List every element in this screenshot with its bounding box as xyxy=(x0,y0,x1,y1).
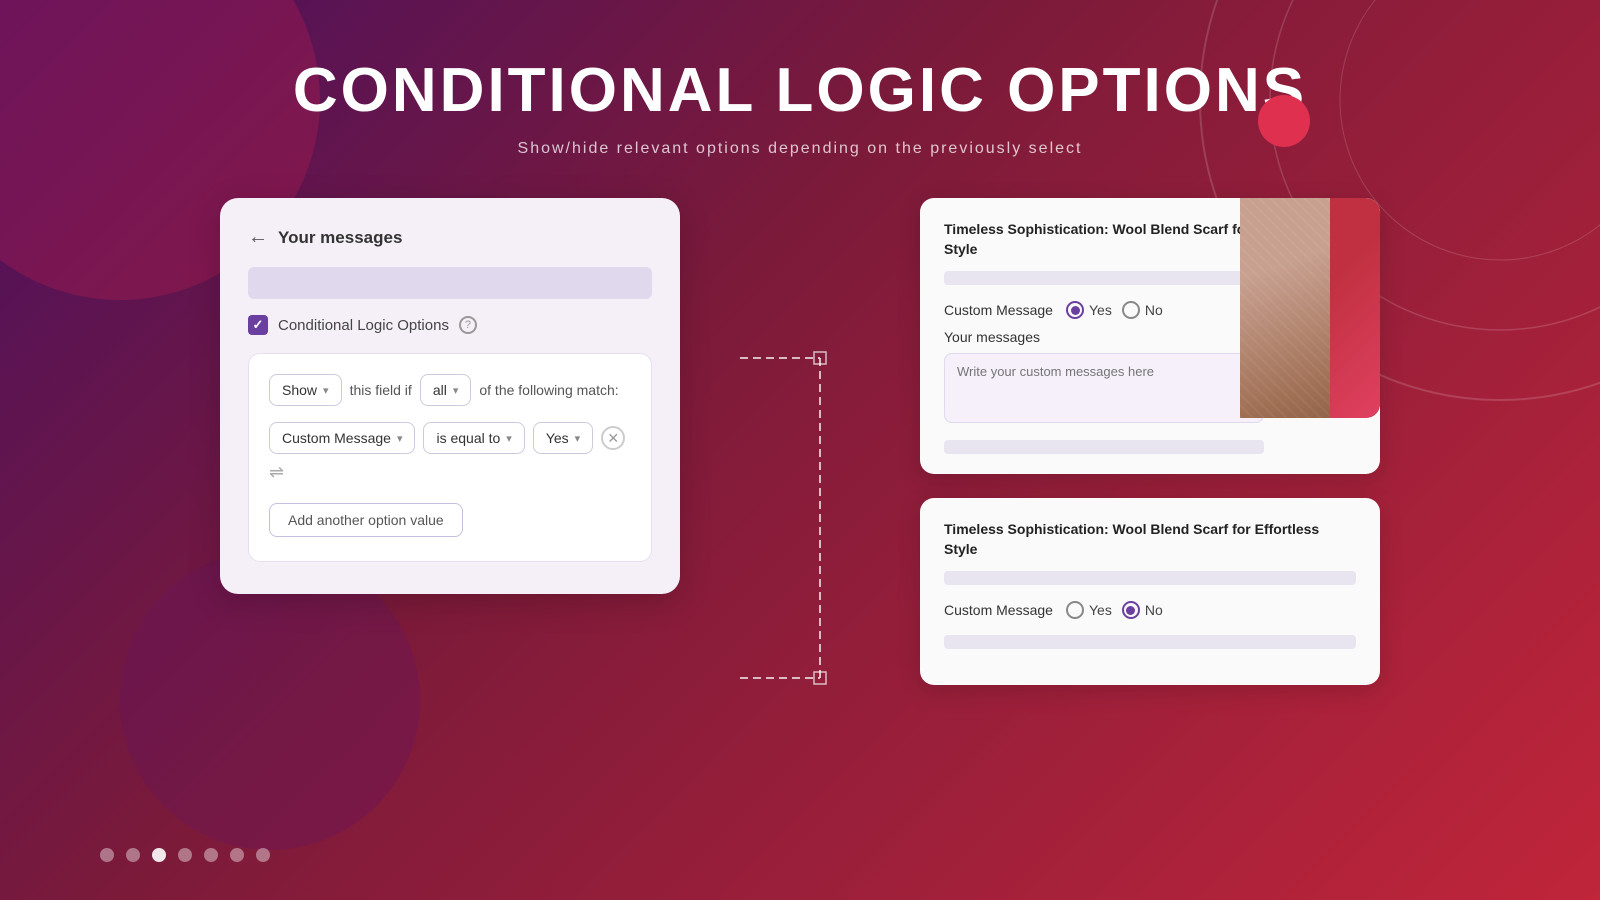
dot-5[interactable] xyxy=(204,848,218,862)
radio-yes-circle-top[interactable] xyxy=(1066,301,1084,319)
field-select[interactable]: Custom Message ▾ xyxy=(269,422,415,454)
following-match-text: of the following match: xyxy=(479,382,618,398)
radio-no-top[interactable]: No xyxy=(1122,301,1163,319)
operator-select[interactable]: is equal to ▾ xyxy=(423,422,524,454)
radio-no-circle-bottom[interactable] xyxy=(1122,601,1140,619)
custom-message-label-top: Custom Message xyxy=(944,302,1054,318)
radio-no-circle-top[interactable] xyxy=(1122,301,1140,319)
chevron-down-icon-5: ▾ xyxy=(575,432,581,445)
chevron-down-icon-2: ▾ xyxy=(453,384,459,397)
connector-svg xyxy=(740,318,860,758)
logic-card: Show ▾ this field if all ▾ of the follow… xyxy=(248,353,652,562)
product-image-inner-top xyxy=(1240,198,1380,418)
product-card-top-content: Timeless Sophistication: Wool Blend Scar… xyxy=(944,220,1356,454)
page-header: CONDITIONAL LOGIC OPTIONS Show/hide rele… xyxy=(0,0,1600,158)
top-right-circle-decoration xyxy=(1258,95,1310,147)
product-image-top xyxy=(1240,198,1380,418)
help-icon[interactable]: ? xyxy=(459,316,477,334)
chevron-down-icon-3: ▾ xyxy=(397,432,403,445)
search-bar[interactable] xyxy=(248,267,652,299)
product-card-top: Timeless Sophistication: Wool Blend Scar… xyxy=(920,198,1380,474)
product-title-bottom: Timeless Sophistication: Wool Blend Scar… xyxy=(944,520,1356,559)
yes-label-top: Yes xyxy=(1089,302,1112,318)
product-card-bottom: Timeless Sophistication: Wool Blend Scar… xyxy=(920,498,1380,685)
panel-title: Your messages xyxy=(278,228,402,248)
product-bar-bottom xyxy=(944,571,1356,585)
dot-2[interactable] xyxy=(126,848,140,862)
main-content: ← Your messages Conditional Logic Option… xyxy=(0,158,1600,763)
radio-yes-top[interactable]: Yes xyxy=(1066,301,1112,319)
connector-icon: ⇌ xyxy=(269,462,284,483)
radio-no-bottom[interactable]: No xyxy=(1122,601,1163,619)
dot-3[interactable] xyxy=(152,848,166,862)
chevron-down-icon-4: ▾ xyxy=(506,432,512,445)
dot-4[interactable] xyxy=(178,848,192,862)
value-select[interactable]: Yes ▾ xyxy=(533,422,593,454)
no-label-bottom: No xyxy=(1145,602,1163,618)
dot-7[interactable] xyxy=(256,848,270,862)
message-textarea[interactable] xyxy=(944,353,1264,423)
checkbox-label: Conditional Logic Options xyxy=(278,317,449,334)
conditional-logic-checkbox[interactable] xyxy=(248,315,268,335)
left-panel: ← Your messages Conditional Logic Option… xyxy=(220,198,680,594)
bottom-bar-top xyxy=(944,440,1264,454)
radio-group-bottom: Yes No xyxy=(1066,601,1163,619)
radio-group-top: Yes No xyxy=(1066,301,1163,319)
panel-header: ← Your messages xyxy=(248,226,652,249)
show-select[interactable]: Show ▾ xyxy=(269,374,342,406)
radio-yes-circle-bottom[interactable] xyxy=(1066,601,1084,619)
custom-message-label-bottom: Custom Message xyxy=(944,602,1054,618)
logic-row-1: Show ▾ this field if all ▾ of the follow… xyxy=(269,374,631,406)
no-label-top: No xyxy=(1145,302,1163,318)
dot-1[interactable] xyxy=(100,848,114,862)
radio-yes-bottom[interactable]: Yes xyxy=(1066,601,1112,619)
dot-6[interactable] xyxy=(230,848,244,862)
checkbox-row: Conditional Logic Options ? xyxy=(248,315,652,335)
logic-row-2: Custom Message ▾ is equal to ▾ Yes ▾ ✕ ⇌ xyxy=(269,422,631,483)
bottom-bar-bottom xyxy=(944,635,1356,649)
all-select[interactable]: all ▾ xyxy=(420,374,472,406)
connector-area xyxy=(740,318,860,763)
back-arrow-icon[interactable]: ← xyxy=(248,226,268,249)
custom-message-row-bottom: Custom Message Yes No xyxy=(944,601,1264,619)
delete-condition-button[interactable]: ✕ xyxy=(601,426,625,450)
chevron-down-icon: ▾ xyxy=(323,384,329,397)
page-title: CONDITIONAL LOGIC OPTIONS xyxy=(0,55,1600,126)
pagination-dots xyxy=(100,848,270,862)
custom-message-row-top: Custom Message Yes No xyxy=(944,301,1264,319)
right-panels: Timeless Sophistication: Wool Blend Scar… xyxy=(920,198,1380,685)
this-field-text: this field if xyxy=(350,382,412,398)
yes-label-bottom: Yes xyxy=(1089,602,1112,618)
page-subtitle: Show/hide relevant options depending on … xyxy=(0,140,1600,158)
add-option-button[interactable]: Add another option value xyxy=(269,503,463,537)
